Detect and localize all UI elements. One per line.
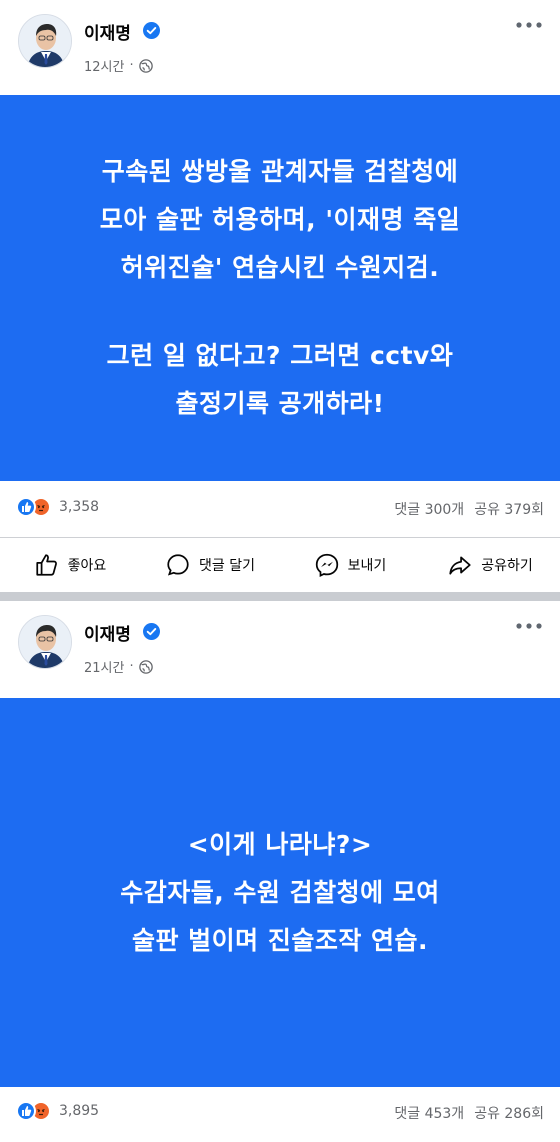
send-button[interactable]: 보내기 bbox=[280, 538, 420, 592]
post-stats: 3,358 댓글 300개 공유 379회 bbox=[0, 487, 560, 531]
card-line: 모아 술판 허용하며, '이재명 죽일 bbox=[99, 205, 461, 234]
like-label: 좋아요 bbox=[67, 558, 107, 574]
engagement-stats: 댓글 300개 공유 379회 bbox=[394, 499, 544, 519]
card-line: 수감자들, 수원 검찰청에 모여 bbox=[120, 877, 440, 907]
globe-icon bbox=[138, 659, 153, 674]
meta-separator: · bbox=[129, 659, 134, 674]
comment-count[interactable]: 댓글 300개 bbox=[394, 499, 464, 519]
avatar-image bbox=[19, 15, 71, 67]
like-button[interactable]: 좋아요 bbox=[0, 538, 140, 592]
verified-badge-icon bbox=[143, 22, 160, 39]
comment-button[interactable]: 댓글 달기 bbox=[140, 538, 280, 592]
reactions-summary[interactable]: 3,358 bbox=[16, 497, 99, 517]
post-stats: 3,895 댓글 453개 공유 286회 bbox=[0, 1091, 560, 1135]
comment-count[interactable]: 댓글 453개 bbox=[394, 1103, 464, 1123]
avatar[interactable] bbox=[18, 615, 72, 669]
messenger-icon bbox=[315, 553, 338, 577]
post-header: 이재명 21시간 · bbox=[0, 601, 560, 696]
share-arrow-icon bbox=[449, 556, 471, 575]
share-count[interactable]: 공유 286회 bbox=[474, 1103, 544, 1123]
comment-icon bbox=[167, 554, 189, 576]
card-line: 허위진술' 연습시킨 수원지검. bbox=[120, 253, 440, 282]
meta-separator: · bbox=[129, 58, 134, 73]
more-options-icon[interactable] bbox=[516, 20, 542, 30]
comment-label: 댓글 달기 bbox=[199, 558, 255, 574]
card-line: 그런 일 없다고? 그러면 cctv와 bbox=[106, 341, 454, 370]
post-text-card[interactable]: <이게 나라냐?> 수감자들, 수원 검찰청에 모여 술판 벌이며 진술조작 연… bbox=[0, 698, 560, 1087]
post-1: 이재명 12시간 · 구속된 쌍방울 관계자들 검찰청에 모아 술판 허용하며,… bbox=[0, 0, 560, 592]
feed-separator bbox=[0, 592, 560, 601]
like-reaction-icon bbox=[16, 1101, 36, 1121]
post-meta: 21시간 · bbox=[84, 657, 153, 676]
thumbs-up-icon bbox=[36, 554, 57, 576]
post-time[interactable]: 21시간 bbox=[84, 657, 124, 676]
like-reaction-icon bbox=[16, 497, 36, 517]
send-label: 보내기 bbox=[347, 558, 387, 574]
avatar-image bbox=[19, 616, 71, 668]
share-button[interactable]: 공유하기 bbox=[420, 538, 560, 592]
engagement-stats: 댓글 453개 공유 286회 bbox=[394, 1103, 544, 1123]
share-label: 공유하기 bbox=[481, 558, 533, 574]
post-meta: 12시간 · bbox=[84, 56, 153, 75]
author-name[interactable]: 이재명 bbox=[84, 19, 131, 44]
card-line: 술판 벌이며 진술조작 연습. bbox=[131, 925, 429, 955]
avatar[interactable] bbox=[18, 14, 72, 68]
card-line: 구속된 쌍방울 관계자들 검찰청에 bbox=[101, 157, 459, 186]
post-text-card[interactable]: 구속된 쌍방울 관계자들 검찰청에 모아 술판 허용하며, '이재명 죽일 허위… bbox=[0, 95, 560, 481]
card-line: <이게 나라냐?> bbox=[187, 829, 373, 859]
card-line: 출정기록 공개하라! bbox=[175, 389, 385, 418]
action-bar: 좋아요 댓글 달기 보내기 공유하기 bbox=[0, 537, 560, 592]
reaction-count: 3,358 bbox=[59, 499, 100, 515]
share-count[interactable]: 공유 379회 bbox=[474, 499, 544, 519]
more-options-icon[interactable] bbox=[516, 621, 542, 631]
globe-icon bbox=[138, 58, 153, 73]
post-2: 이재명 21시간 · <이게 나라냐?> 수감자들, 수원 검찰청에 모여 술판… bbox=[0, 601, 560, 1142]
reaction-count: 3,895 bbox=[59, 1103, 100, 1119]
reactions-summary[interactable]: 3,895 bbox=[16, 1101, 99, 1121]
verified-badge-icon bbox=[143, 623, 160, 640]
author-name[interactable]: 이재명 bbox=[84, 620, 131, 645]
post-time[interactable]: 12시간 bbox=[84, 56, 124, 75]
post-header: 이재명 12시간 · bbox=[0, 0, 560, 95]
